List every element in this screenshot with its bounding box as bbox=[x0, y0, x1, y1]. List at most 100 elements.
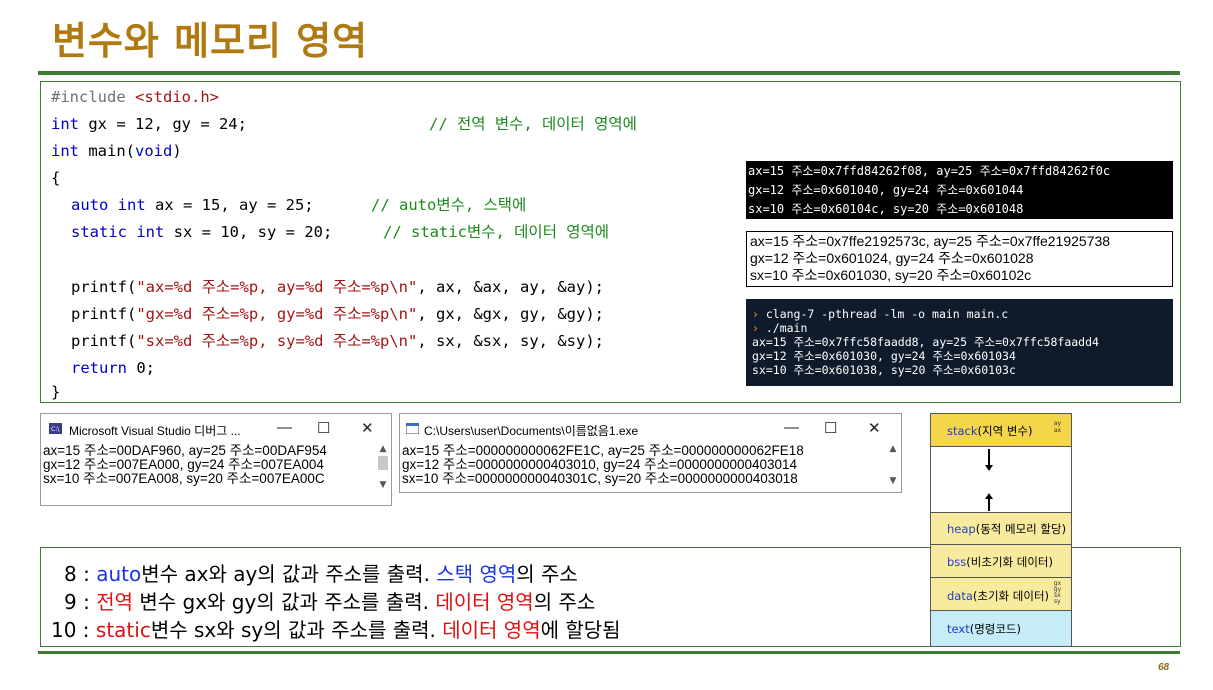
code-line-6: static int sx = 10, sy = 20; // static변수,… bbox=[71, 222, 609, 242]
scroll-down-icon[interactable]: ▼ bbox=[887, 476, 899, 486]
keyword: int bbox=[51, 115, 79, 133]
output-line: sx=10 주소=0x60104c, sy=20 주소=0x601048 bbox=[748, 202, 1024, 216]
highlight-text: 스택 영역 bbox=[436, 562, 517, 586]
var-label: ax bbox=[1053, 427, 1061, 434]
output-line: ax=15 주소=0x7ffe2192573c, ay=25 주소=0x7ffe… bbox=[750, 233, 1111, 249]
vertical-scrollbar[interactable]: ▲ ▼ bbox=[377, 444, 389, 500]
output-line: sx=10 주소=0x601038, sy=20 주소=0x60103c bbox=[752, 363, 1016, 377]
highlight-text: 데이터 영역 bbox=[435, 590, 534, 614]
console-text: ax=15 주소=00DAF960, ay=25 주소=00DAF954 gx=1… bbox=[43, 444, 327, 486]
scroll-down-icon[interactable]: ▼ bbox=[377, 480, 389, 490]
command-line-2: › ./main bbox=[752, 321, 1167, 335]
code-text: printf( bbox=[71, 278, 137, 296]
scroll-up-icon[interactable]: ▲ bbox=[887, 444, 899, 454]
heap-segment: heap(동적 메모리 할당) bbox=[931, 512, 1071, 545]
window-title: C:\Users\user\Documents\이름없음1.exe bbox=[424, 424, 639, 438]
keyword: static bbox=[71, 223, 127, 241]
command-text: clang-7 -pthread -lm -o main main.c bbox=[758, 307, 1009, 321]
output-line: gx=12 주소=0x601024, gy=24 주소=0x601028 bbox=[750, 250, 1034, 266]
code-line-10: printf("sx=%d 주소=%p, sy=%d 주소=%p\n", sx,… bbox=[71, 331, 604, 351]
minimize-button[interactable]: — bbox=[784, 419, 799, 436]
console-app-icon: C:\ bbox=[49, 423, 62, 434]
output-line: gx=12 주소=007EA000, gy=24 주소=007EA004 bbox=[43, 457, 324, 472]
command-line-1: › clang-7 -pthread -lm -o main main.c bbox=[752, 307, 1167, 321]
page-number: 68 bbox=[1158, 662, 1170, 673]
explanation-line-10: 10 : static변수 sx와 sy의 값과 주소를 출력. 데이터 영역에… bbox=[51, 614, 621, 643]
console-app-icon bbox=[406, 423, 419, 434]
explanation-box: 8 : auto변수 ax와 ay의 값과 주소를 출력. 스택 영역의 주소 … bbox=[40, 547, 930, 647]
output-line: sx=10 주소=007EA008, sy=20 주소=007EA00C bbox=[43, 471, 325, 486]
keyword: auto bbox=[71, 196, 109, 214]
highlight-text: static bbox=[95, 618, 151, 642]
text-segment: text(명령코드) bbox=[931, 611, 1071, 646]
prompt-icon: › bbox=[752, 307, 759, 321]
explanation-text: 의 주소 bbox=[516, 562, 578, 586]
code-line-11: return 0; bbox=[71, 358, 155, 378]
console-text: ax=15 주소=000000000062FE1C, ay=25 주소=0000… bbox=[402, 444, 804, 486]
output-line: ax=15 주소=00DAF960, ay=25 주소=00DAF954 bbox=[43, 443, 327, 458]
close-button[interactable]: ✕ bbox=[361, 419, 374, 437]
explanation-text: 에 할당됨 bbox=[540, 618, 621, 642]
code-text: main( bbox=[79, 142, 135, 160]
segment-name: heap bbox=[947, 522, 976, 536]
output-line: gx=12 주소=0000000000403010, gy=24 주소=0000… bbox=[402, 457, 798, 472]
stack-growth-arrow-icon bbox=[985, 449, 993, 511]
var-label: ay bbox=[1053, 420, 1061, 427]
memory-layout-diagram: stack(지역 변수) ay ax heap(동적 메모리 할당) bss(비초… bbox=[930, 413, 1072, 647]
segment-label: bss(비초기화 데이터) bbox=[947, 554, 1053, 570]
code-text: , ax, &ax, ay, &ay); bbox=[417, 278, 604, 296]
output-line: sx=10 주소=0x601030, sy=20 주소=0x60102c bbox=[750, 267, 1032, 283]
line-number: 10 : bbox=[51, 618, 96, 642]
code-string: "gx=%d 주소=%p, gy=%d 주소=%p\n" bbox=[136, 305, 418, 323]
segment-desc: (초기화 데이터) bbox=[972, 589, 1050, 603]
segment-desc: (비초기화 데이터) bbox=[966, 555, 1053, 569]
explanation-text: 변수 gx와 gy의 값과 주소를 출력. bbox=[133, 590, 436, 614]
code-line-1: #include <stdio.h> bbox=[51, 87, 219, 107]
maximize-button[interactable]: ☐ bbox=[317, 419, 330, 437]
scroll-thumb[interactable] bbox=[378, 456, 388, 470]
code-text: , sx, &sx, sy, &sy); bbox=[417, 332, 604, 350]
output-line: gx=12 주소=0x601040, gy=24 주소=0x601044 bbox=[748, 183, 1024, 197]
code-text: printf( bbox=[71, 332, 137, 350]
code-string: "ax=%d 주소=%p, ay=%d 주소=%p\n" bbox=[136, 278, 418, 296]
segment-name: data bbox=[947, 589, 973, 603]
explanation-box-right bbox=[1072, 547, 1181, 647]
keyword: void bbox=[135, 142, 173, 160]
stack-variables: ay ax bbox=[1054, 420, 1061, 434]
code-line-4: { bbox=[51, 169, 61, 187]
window-titlebar[interactable]: C:\Users\user\Documents\이름없음1.exe — ☐ ✕ bbox=[400, 414, 901, 444]
code-text: printf( bbox=[71, 305, 137, 323]
explanation-text: 의 주소 bbox=[533, 590, 596, 614]
highlight-text: auto bbox=[96, 562, 142, 586]
output-line: sx=10 주소=000000000040301C, sy=20 주소=0000… bbox=[402, 471, 798, 486]
code-line-12: } bbox=[51, 383, 61, 401]
code-line-5: auto int ax = 15, ay = 25; // auto변수, 스택에 bbox=[71, 195, 526, 215]
highlight-text: 전역 bbox=[96, 590, 133, 614]
output-line: ax=15 주소=000000000062FE1C, ay=25 주소=0000… bbox=[402, 443, 804, 458]
keyword: int bbox=[117, 196, 146, 214]
window-titlebar[interactable]: C:\ Microsoft Visual Studio 디버그 ... — ☐ … bbox=[41, 414, 391, 444]
explanation-text: 변수 ax와 ay의 값과 주소를 출력. bbox=[141, 562, 437, 586]
segment-desc: (명령코드) bbox=[969, 622, 1021, 636]
exe-console-window[interactable]: C:\Users\user\Documents\이름없음1.exe — ☐ ✕ … bbox=[399, 413, 902, 493]
include-header: <stdio.h> bbox=[135, 88, 219, 106]
line-number: 8 : bbox=[64, 562, 97, 586]
explanation-text: 변수 sx와 sy의 값과 주소를 출력. bbox=[150, 618, 443, 642]
close-button[interactable]: ✕ bbox=[868, 419, 881, 437]
code-line-2: int gx = 12, gy = 24; // 전역 변수, 데이터 영역에 bbox=[51, 114, 637, 134]
code-line-8: printf("ax=%d 주소=%p, ay=%d 주소=%p\n", ax,… bbox=[71, 277, 604, 297]
vertical-scrollbar[interactable]: ▲ ▼ bbox=[887, 444, 899, 490]
code-text: 0; bbox=[127, 359, 155, 377]
output-line: ax=15 주소=0x7ffc58faadd8, ay=25 주소=0x7ffc… bbox=[752, 335, 1099, 349]
svg-text:C:\: C:\ bbox=[51, 426, 60, 433]
console-output-white: ax=15 주소=0x7ffe2192573c, ay=25 주소=0x7ffe… bbox=[746, 231, 1173, 287]
keyword: int bbox=[136, 223, 165, 241]
scroll-up-icon[interactable]: ▲ bbox=[377, 444, 389, 454]
segment-name: stack bbox=[947, 424, 978, 438]
var-label: sy bbox=[1053, 598, 1061, 605]
minimize-button[interactable]: — bbox=[277, 419, 292, 436]
maximize-button[interactable]: ☐ bbox=[824, 419, 837, 437]
preprocessor-directive: #include bbox=[51, 88, 135, 106]
stack-segment: stack(지역 변수) ay ax bbox=[931, 414, 1071, 447]
vs-debug-console-window[interactable]: C:\ Microsoft Visual Studio 디버그 ... — ☐ … bbox=[40, 413, 392, 506]
